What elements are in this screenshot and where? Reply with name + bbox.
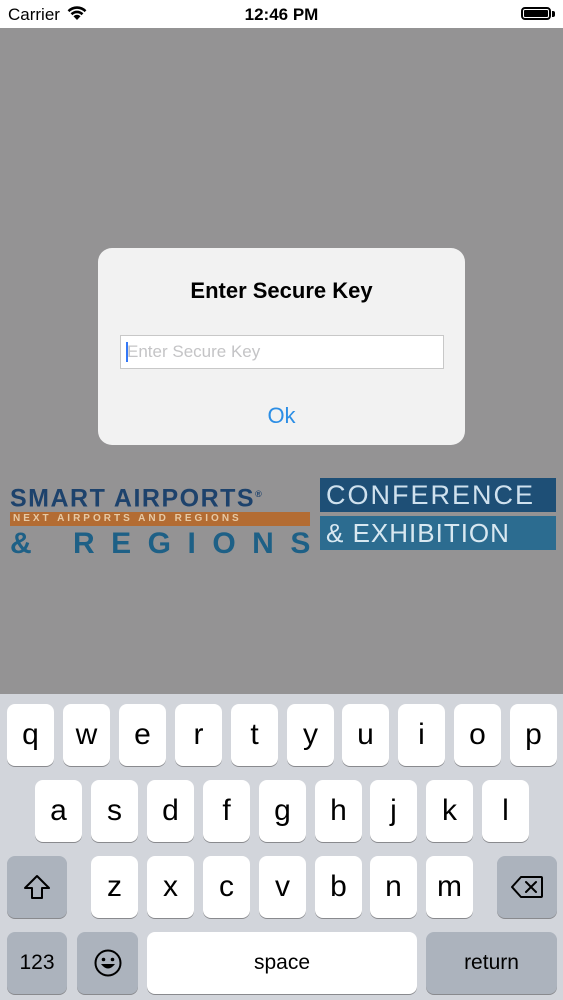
- key-j[interactable]: j: [370, 780, 417, 842]
- key-h[interactable]: h: [315, 780, 362, 842]
- battery-icon: [521, 7, 551, 20]
- key-q[interactable]: q: [7, 704, 54, 766]
- key-u[interactable]: u: [342, 704, 389, 766]
- emoji-key[interactable]: [77, 932, 138, 994]
- key-z[interactable]: z: [91, 856, 138, 918]
- key-v[interactable]: v: [259, 856, 306, 918]
- logo-conference: CONFERENCE & EXHIBITION: [320, 478, 556, 550]
- logo-registered-mark: ®: [255, 489, 264, 499]
- logo-line2: & REGIONS: [10, 527, 327, 561]
- key-y[interactable]: y: [287, 704, 334, 766]
- key-m[interactable]: m: [426, 856, 473, 918]
- key-a[interactable]: a: [35, 780, 82, 842]
- key-e[interactable]: e: [119, 704, 166, 766]
- key-r[interactable]: r: [175, 704, 222, 766]
- battery-tip: [552, 11, 555, 17]
- logo-smart-airports: SMART AIRPORTS® NEXT AIRPORTS AND REGION…: [10, 481, 310, 561]
- logo-tagline: NEXT AIRPORTS AND REGIONS: [10, 512, 310, 527]
- key-i[interactable]: i: [398, 704, 445, 766]
- key-l[interactable]: l: [482, 780, 529, 842]
- backspace-icon: [511, 876, 543, 898]
- emoji-face-icon: [94, 949, 121, 977]
- status-time: 12:46 PM: [244, 5, 319, 24]
- key-g[interactable]: g: [259, 780, 306, 842]
- logo-conference-text: CONFERENCE: [320, 478, 556, 512]
- shift-arrow-icon: [24, 875, 50, 899]
- logo-exhibition-text: & EXHIBITION: [320, 516, 556, 550]
- ok-button[interactable]: Ok: [98, 394, 465, 438]
- status-bar: Carrier 12:46 PM: [0, 0, 563, 28]
- key-t[interactable]: t: [231, 704, 278, 766]
- logo-line1: SMART AIRPORTS: [10, 484, 256, 513]
- key-d[interactable]: d: [147, 780, 194, 842]
- delete-key[interactable]: [497, 856, 557, 918]
- key-o[interactable]: o: [454, 704, 501, 766]
- secure-key-input[interactable]: [120, 335, 444, 369]
- space-key[interactable]: space: [147, 932, 417, 994]
- key-s[interactable]: s: [91, 780, 138, 842]
- text-cursor: [126, 342, 128, 362]
- key-c[interactable]: c: [203, 856, 250, 918]
- key-n[interactable]: n: [370, 856, 417, 918]
- numbers-key[interactable]: 123: [7, 932, 67, 994]
- secure-key-alert: Enter Secure Key Ok: [98, 248, 465, 445]
- shift-key[interactable]: [7, 856, 67, 918]
- key-k[interactable]: k: [426, 780, 473, 842]
- key-b[interactable]: b: [315, 856, 362, 918]
- return-key[interactable]: return: [426, 932, 557, 994]
- key-w[interactable]: w: [63, 704, 110, 766]
- key-f[interactable]: f: [203, 780, 250, 842]
- key-x[interactable]: x: [147, 856, 194, 918]
- key-p[interactable]: p: [510, 704, 557, 766]
- alert-title: Enter Secure Key: [190, 278, 373, 303]
- keyboard: q w e r t y u i o p a s d f g h j k l z …: [0, 694, 563, 1000]
